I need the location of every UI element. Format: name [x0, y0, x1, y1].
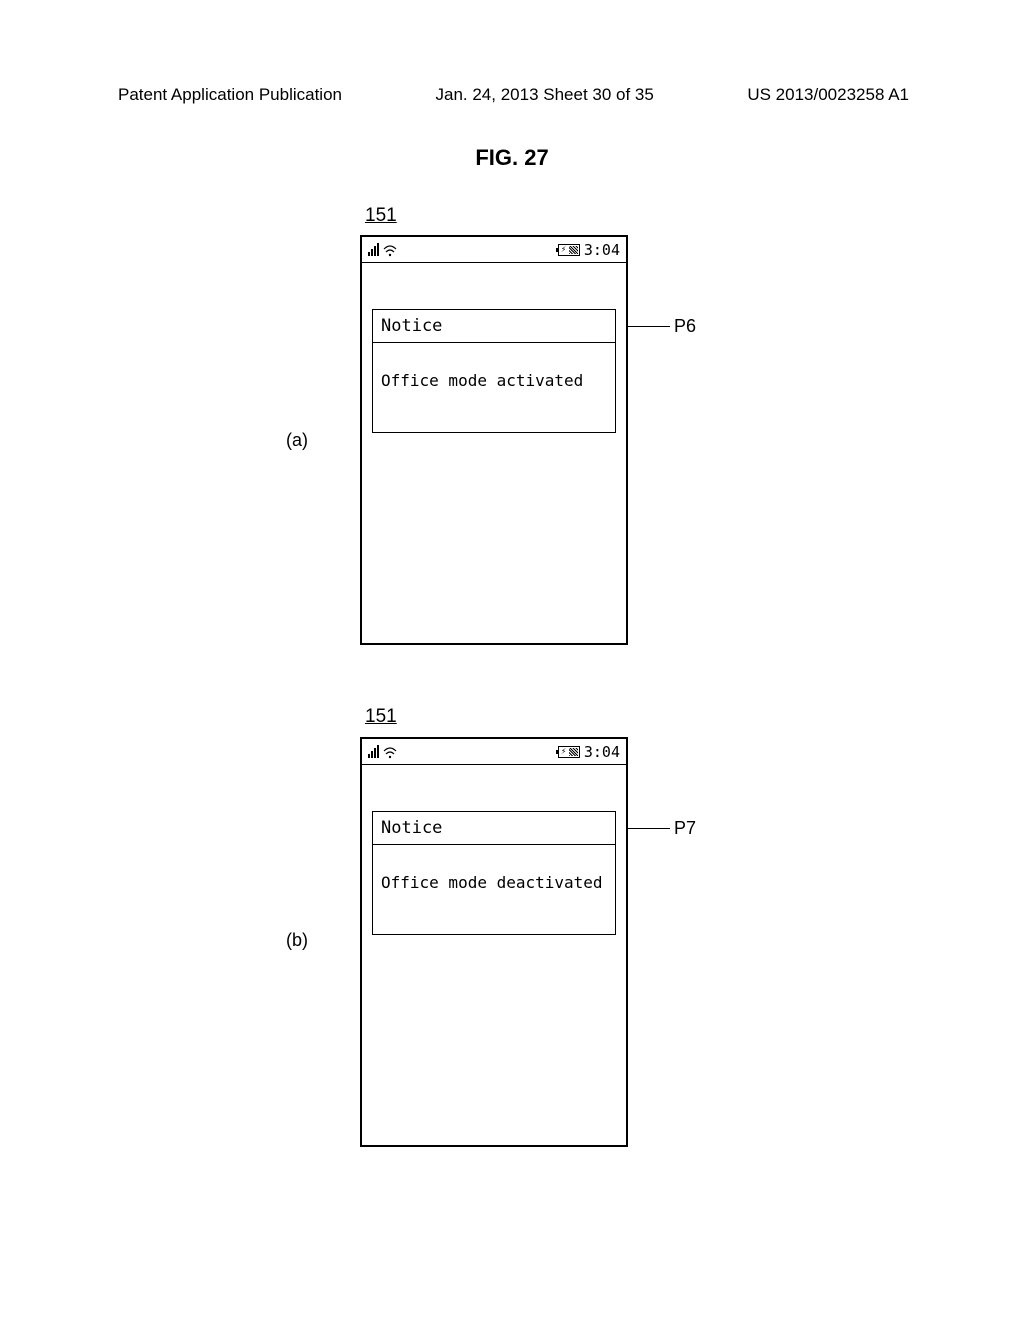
callout-label-p6: P6: [674, 316, 696, 337]
header-left: Patent Application Publication: [118, 85, 342, 105]
figure-title: FIG. 27: [475, 145, 548, 171]
reference-label-151-a: 151: [365, 205, 397, 227]
battery-icon: ⚡: [558, 244, 580, 256]
notice-popup-a: Notice Office mode activated: [372, 309, 616, 433]
phone-screen-b: ⚡ 3:04 Notice Office mode deactivated: [360, 737, 628, 1147]
status-right: ⚡ 3:04: [558, 241, 620, 259]
callout-p7: P7: [628, 818, 696, 839]
notice-body-a: Office mode activated: [373, 343, 615, 432]
header-center: Jan. 24, 2013 Sheet 30 of 35: [436, 85, 654, 105]
notice-body-b: Office mode deactivated: [373, 845, 615, 934]
notice-title-b: Notice: [373, 812, 615, 845]
status-bar: ⚡ 3:04: [362, 237, 626, 263]
battery-icon: ⚡: [558, 746, 580, 758]
notice-title-a: Notice: [373, 310, 615, 343]
callout-leader-line: [628, 828, 670, 829]
phone-screen-a: ⚡ 3:04 Notice Office mode activated: [360, 235, 628, 645]
wifi-icon: [383, 746, 397, 758]
header-right: US 2013/0023258 A1: [747, 85, 909, 105]
status-right: ⚡ 3:04: [558, 743, 620, 761]
callout-p6: P6: [628, 316, 696, 337]
status-left: [368, 746, 397, 758]
status-time: 3:04: [584, 743, 620, 761]
subfigure-label-b: (b): [286, 930, 308, 951]
status-bar: ⚡ 3:04: [362, 739, 626, 765]
signal-icon: [368, 244, 379, 256]
page-header: Patent Application Publication Jan. 24, …: [0, 85, 1024, 105]
notice-popup-b: Notice Office mode deactivated: [372, 811, 616, 935]
reference-label-151-b: 151: [365, 706, 397, 728]
status-left: [368, 244, 397, 256]
callout-label-p7: P7: [674, 818, 696, 839]
signal-icon: [368, 746, 379, 758]
callout-leader-line: [628, 326, 670, 327]
status-time: 3:04: [584, 241, 620, 259]
subfigure-label-a: (a): [286, 430, 308, 451]
wifi-icon: [383, 244, 397, 256]
